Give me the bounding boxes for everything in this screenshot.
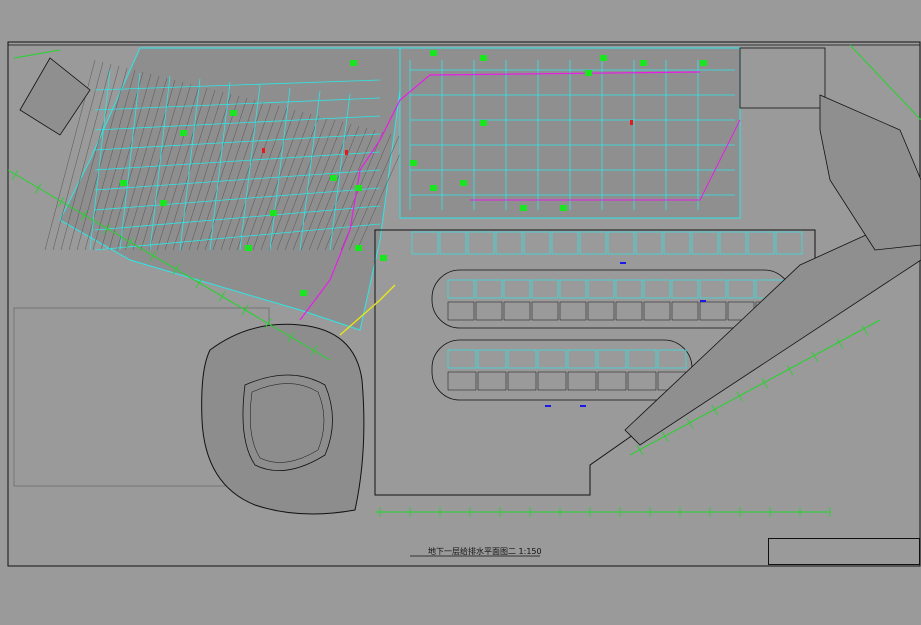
parking-stall bbox=[531, 279, 559, 299]
parking-stall bbox=[551, 231, 579, 255]
equipment-block bbox=[120, 180, 127, 186]
parking-stall bbox=[447, 349, 477, 369]
drawing-canvas[interactable]: 地下一层给排水平面图二 1:150 bbox=[0, 0, 921, 621]
equipment-block bbox=[480, 120, 487, 126]
parking-stall bbox=[439, 231, 467, 255]
equipment-block bbox=[410, 160, 417, 166]
parking-stall bbox=[475, 301, 503, 321]
parking-stall bbox=[663, 231, 691, 255]
equipment-block bbox=[330, 175, 337, 181]
parking-stall bbox=[567, 371, 597, 391]
valve-marker bbox=[345, 150, 348, 155]
parking-stall bbox=[719, 231, 747, 255]
valve-marker bbox=[630, 120, 633, 125]
equipment-block bbox=[700, 60, 707, 66]
equipment-block bbox=[520, 205, 527, 211]
equipment-block bbox=[560, 205, 567, 211]
equipment-block bbox=[585, 70, 592, 76]
equipment-block bbox=[180, 130, 187, 136]
equipment-block bbox=[600, 55, 607, 61]
fixture-marker bbox=[580, 405, 586, 407]
parking-stall bbox=[747, 231, 775, 255]
top-left-block bbox=[19, 57, 91, 136]
parking-stall bbox=[671, 279, 699, 299]
parking-stall bbox=[503, 279, 531, 299]
dim-tick bbox=[636, 444, 644, 456]
parking-stall bbox=[643, 301, 671, 321]
parking-stall bbox=[537, 349, 567, 369]
left-building-block bbox=[44, 47, 421, 331]
parking-stall bbox=[607, 231, 635, 255]
parking-stall bbox=[447, 371, 477, 391]
parking-stall bbox=[447, 301, 475, 321]
parking-stall bbox=[559, 301, 587, 321]
parking-stall bbox=[567, 349, 597, 369]
equipment-block bbox=[355, 245, 362, 251]
parking-stall bbox=[597, 371, 627, 391]
equipment-block bbox=[160, 200, 167, 206]
parking-stall bbox=[587, 279, 615, 299]
parking-stall bbox=[587, 301, 615, 321]
parking-stall bbox=[671, 301, 699, 321]
parking-stall bbox=[531, 301, 559, 321]
floor-plan-svg bbox=[7, 41, 921, 567]
parking-stall bbox=[507, 371, 537, 391]
parking-stall bbox=[627, 371, 657, 391]
equipment-block bbox=[460, 180, 467, 186]
parking-stall bbox=[615, 279, 643, 299]
parking-stall bbox=[411, 231, 439, 255]
parking-stall bbox=[507, 349, 537, 369]
parking-stall bbox=[537, 371, 567, 391]
parking-stall bbox=[503, 301, 531, 321]
equipment-block bbox=[380, 255, 387, 261]
parking-stall bbox=[523, 231, 551, 255]
parking-stall bbox=[775, 231, 803, 255]
parking-stall bbox=[699, 279, 727, 299]
valve-marker bbox=[262, 148, 265, 153]
parking-stall bbox=[477, 371, 507, 391]
fixture-marker bbox=[700, 300, 706, 302]
equipment-block bbox=[350, 60, 357, 66]
round-plaza bbox=[13, 307, 365, 515]
equipment-block bbox=[355, 185, 362, 191]
parking-stall bbox=[495, 231, 523, 255]
parking-stall bbox=[657, 349, 687, 369]
parking-stall bbox=[467, 231, 495, 255]
parking-stall bbox=[477, 349, 507, 369]
fixture-marker bbox=[620, 262, 626, 264]
equipment-block bbox=[300, 290, 307, 296]
parking-stall bbox=[727, 279, 755, 299]
fixture-marker bbox=[545, 405, 551, 407]
parking-stall bbox=[475, 279, 503, 299]
equipment-block bbox=[480, 55, 487, 61]
parking-stall bbox=[635, 231, 663, 255]
equipment-block bbox=[640, 60, 647, 66]
title-block bbox=[768, 538, 920, 565]
equipment-block bbox=[430, 185, 437, 191]
parking-stall bbox=[691, 231, 719, 255]
equipment-block bbox=[230, 110, 237, 116]
parking-stall bbox=[627, 349, 657, 369]
parking-stall bbox=[559, 279, 587, 299]
equipment-block bbox=[245, 245, 252, 251]
equipment-block bbox=[430, 50, 437, 56]
parking-stall bbox=[597, 349, 627, 369]
parking-stall bbox=[579, 231, 607, 255]
parking-stall bbox=[643, 279, 671, 299]
dim-tick bbox=[241, 304, 249, 316]
equipment-block bbox=[270, 210, 277, 216]
dim-tick bbox=[218, 291, 226, 302]
parking-stall bbox=[447, 279, 475, 299]
parking-stall bbox=[615, 301, 643, 321]
parking-stall bbox=[699, 301, 727, 321]
plan-title: 地下一层给排水平面图二 1:150 bbox=[428, 547, 542, 556]
